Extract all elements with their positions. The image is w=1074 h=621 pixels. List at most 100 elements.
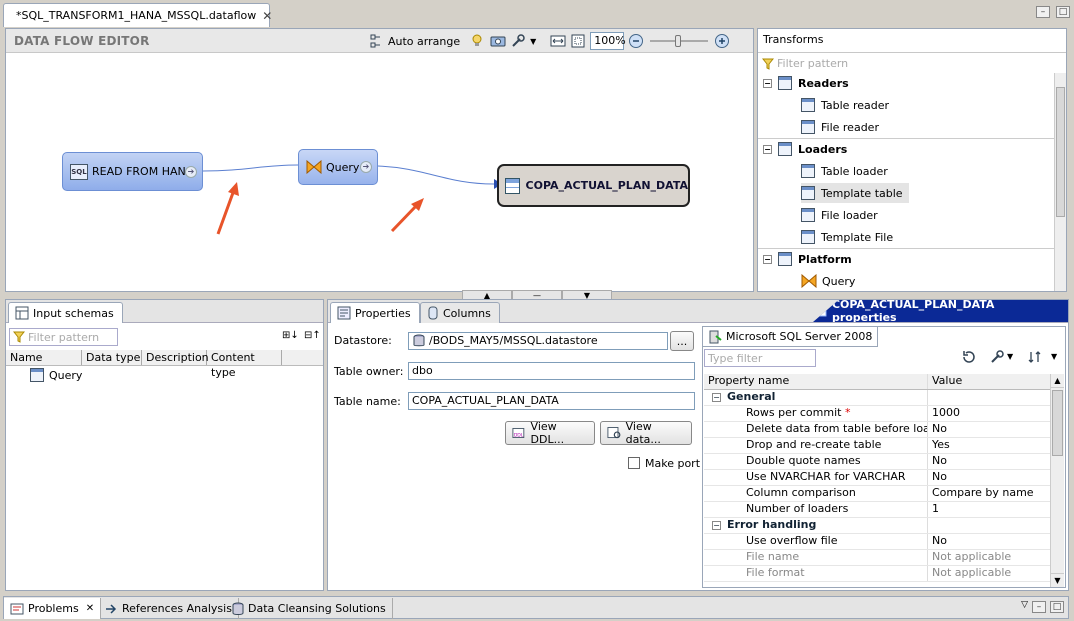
sort-icon[interactable] [1027, 349, 1043, 365]
col-name[interactable]: Name [6, 350, 82, 365]
expand-all-icon[interactable]: ⊞↓ [282, 330, 299, 341]
make-port-checkbox[interactable] [628, 457, 640, 469]
property-row-delete-data[interactable]: Delete data from table before loadingNo [704, 422, 1050, 438]
property-grid-scrollbar[interactable]: ▲ ▼ [1050, 374, 1064, 587]
output-port-icon[interactable]: ➔ [185, 165, 197, 178]
close-icon[interactable]: ✕ [86, 603, 94, 614]
minimize-icon[interactable]: – [1036, 6, 1050, 18]
property-category-error-handling[interactable]: − Error handling [704, 518, 1050, 534]
mssql-filter-input[interactable]: Type filter [704, 349, 816, 367]
item-label: Table reader [821, 98, 890, 112]
tab-label: Input schemas [33, 306, 114, 320]
tree-item-query[interactable]: Query [801, 271, 855, 291]
tab-mssql[interactable]: Microsoft SQL Server 2008 [703, 327, 879, 347]
tree-group-loaders[interactable]: − Loaders [763, 139, 847, 159]
col-content-type[interactable]: Content type [207, 350, 282, 379]
query-node[interactable]: Query ➔ [298, 149, 378, 185]
view-ddl-button[interactable]: DDL View DDL... [505, 420, 595, 446]
tab-properties[interactable]: Properties [330, 302, 420, 323]
col-description[interactable]: Description [142, 350, 209, 365]
tree-item-file-loader[interactable]: File loader [801, 205, 878, 225]
collapse-icon[interactable]: − [763, 78, 772, 88]
tree-group-platform[interactable]: − Platform [763, 249, 852, 269]
source-node-read-from-hana[interactable]: SQL READ FROM HANA ➔ [62, 152, 203, 191]
zoom-slider[interactable] [648, 33, 710, 49]
fit-width-icon[interactable] [550, 33, 566, 49]
scroll-up-icon[interactable]: ▲ [1051, 374, 1064, 388]
property-value[interactable]: Yes [928, 438, 1050, 453]
property-value[interactable]: Compare by name [928, 486, 1050, 501]
chevron-down-icon[interactable]: ▼ [1007, 352, 1013, 361]
property-row-drop-recreate[interactable]: Drop and re-create table Yes [704, 438, 1050, 454]
property-value[interactable]: 1000 [928, 406, 1050, 421]
restore-defaults-icon[interactable] [961, 349, 977, 365]
property-row-overflow-file[interactable]: Use overflow file No [704, 534, 1050, 550]
property-value[interactable]: No [928, 470, 1050, 485]
property-row-number-of-loaders[interactable]: Number of loaders 1 [704, 502, 1050, 518]
property-row-nvarchar[interactable]: Use NVARCHAR for VARCHAR No [704, 470, 1050, 486]
tab-input-schemas[interactable]: Input schemas [8, 302, 123, 323]
maximize-icon[interactable]: □ [1056, 6, 1070, 18]
datastore-input[interactable]: /BODS_MAY5/MSSQL.datastore [408, 332, 668, 350]
property-row-rows-per-commit[interactable]: Rows per commit * 1000 [704, 406, 1050, 422]
camera-icon[interactable] [490, 33, 506, 49]
editor-tab[interactable]: *SQL_TRANSFORM1_HANA_MSSQL.dataflow ✕ [3, 3, 272, 27]
tab-columns[interactable]: Columns [420, 302, 500, 323]
tree-item-file-reader[interactable]: File reader [801, 117, 879, 137]
col-data-type[interactable]: Data type [82, 350, 142, 365]
property-row-column-comparison[interactable]: Column comparison Compare by name [704, 486, 1050, 502]
target-node-copa-actual-plan-data[interactable]: COPA_ACTUAL_PLAN_DATA [497, 164, 690, 207]
schema-row-query[interactable]: Query [30, 368, 82, 382]
property-value[interactable]: No [928, 454, 1050, 469]
zoom-out-icon[interactable] [628, 33, 644, 49]
input-schemas-filter[interactable]: Filter pattern [9, 328, 118, 346]
tree-item-template-file[interactable]: Template File [801, 227, 893, 247]
settings-icon[interactable] [989, 349, 1005, 365]
property-value[interactable]: No [928, 534, 1050, 549]
tab-data-cleansing[interactable]: Data Cleansing Solutions [226, 598, 393, 619]
tab-problems[interactable]: Problems ✕ [4, 598, 102, 619]
scroll-down-icon[interactable]: ▼ [1051, 573, 1064, 587]
col-value[interactable]: Value [928, 374, 1050, 389]
close-icon[interactable]: ✕ [262, 9, 272, 23]
browse-datastore-button[interactable]: ... [670, 331, 694, 351]
collapse-all-icon[interactable]: ⊟↑ [304, 330, 321, 341]
property-value[interactable]: No [928, 422, 1050, 437]
scrollbar-thumb[interactable] [1052, 390, 1063, 456]
table-name-input[interactable]: COPA_ACTUAL_PLAN_DATA [408, 392, 695, 410]
auto-arrange-button[interactable]: Auto arrange [370, 34, 466, 48]
fit-page-icon[interactable] [570, 33, 586, 49]
property-value[interactable]: 1 [928, 502, 1050, 517]
minimize-icon[interactable]: – [1032, 601, 1046, 613]
transforms-scrollbar[interactable] [1054, 73, 1066, 291]
property-row-double-quote[interactable]: Double quote names No [704, 454, 1050, 470]
collapse-icon[interactable]: − [712, 393, 721, 402]
tools-icon[interactable] [510, 33, 526, 49]
output-port-icon[interactable]: ➔ [360, 161, 372, 173]
table-owner-input[interactable]: dbo [408, 362, 695, 380]
collapse-icon[interactable]: − [712, 521, 721, 530]
view-data-button[interactable]: View data... [600, 420, 692, 446]
view-menu-icon[interactable]: ▽ [1021, 600, 1028, 610]
zoom-in-icon[interactable] [714, 33, 730, 49]
connection-source-query [202, 164, 299, 172]
connection-query-target [377, 165, 495, 185]
tree-item-template-table[interactable]: Template table [801, 183, 909, 203]
col-property-name[interactable]: Property name [704, 374, 928, 389]
transforms-filter-input[interactable]: Filter pattern [762, 55, 1066, 72]
collapse-icon[interactable]: − [763, 254, 772, 264]
tree-item-table-loader[interactable]: Table loader [801, 161, 888, 181]
zoom-input[interactable]: 100% [590, 32, 626, 50]
tab-references-analysis[interactable]: References Analysis [98, 598, 239, 619]
chevron-down-icon[interactable]: ▼ [530, 37, 536, 46]
lightbulb-icon[interactable] [470, 33, 486, 49]
tree-item-table-reader[interactable]: Table reader [801, 95, 889, 115]
property-category-general[interactable]: − General [704, 390, 1050, 406]
scrollbar-thumb[interactable] [1056, 87, 1065, 217]
tree-group-readers[interactable]: − Readers [763, 73, 849, 93]
collapse-icon[interactable]: − [763, 144, 772, 154]
maximize-icon[interactable]: □ [1050, 601, 1064, 613]
chevron-down-icon[interactable]: ▼ [1051, 352, 1057, 361]
flow-canvas[interactable]: SQL READ FROM HANA ➔ Query ➔ COPA_ACTUAL… [6, 54, 753, 291]
zoom-slider-thumb[interactable] [675, 35, 682, 47]
